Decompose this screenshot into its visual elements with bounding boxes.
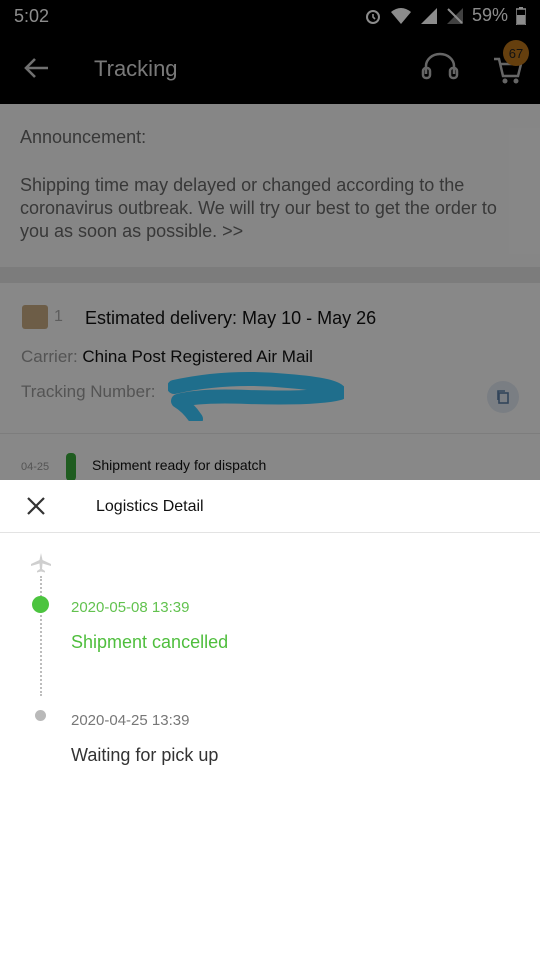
sheet-header: Logistics Detail (0, 480, 540, 533)
timeline-node-current (32, 596, 49, 613)
modal-overlay[interactable] (0, 0, 540, 480)
event-description: Waiting for pick up (71, 745, 219, 765)
timeline-node-past (35, 710, 46, 721)
close-icon[interactable] (24, 494, 48, 518)
airplane-icon (31, 553, 51, 573)
event-description: Shipment cancelled (71, 632, 229, 652)
sheet-title: Logistics Detail (96, 498, 204, 515)
logistics-detail-sheet: Logistics Detail 2020-05-08 13:39 Shipme… (0, 480, 540, 960)
event-time: 2020-04-25 13:39 (71, 712, 190, 729)
timeline-line (40, 576, 42, 696)
event-time: 2020-05-08 13:39 (71, 599, 190, 616)
